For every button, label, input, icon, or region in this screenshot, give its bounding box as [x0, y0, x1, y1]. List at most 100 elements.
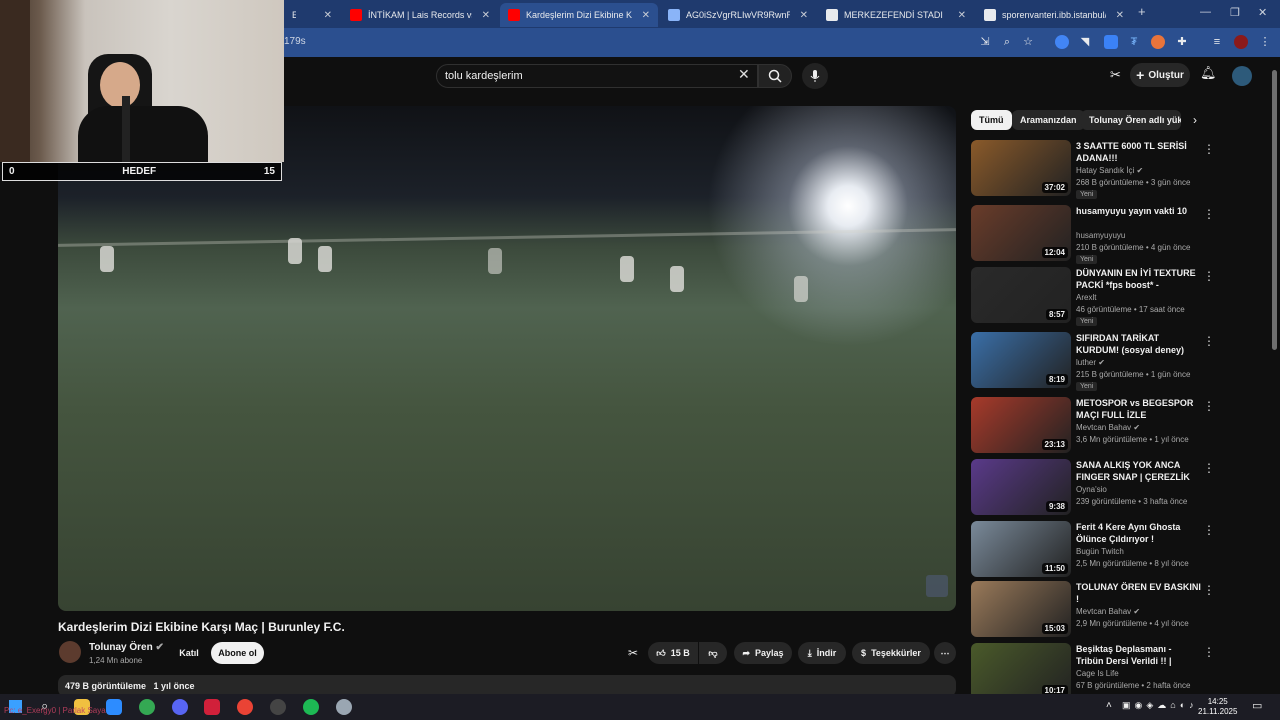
- recommendation-item[interactable]: 12:04 husamyuyu yayın vakti 10 husamyuyuyu…: [971, 205, 1261, 265]
- tab-6[interactable]: sporenvanteri.ibb.istanbul/tesis ✕: [976, 3, 1132, 27]
- more-options-icon[interactable]: ⋮: [1203, 645, 1215, 659]
- account-avatar[interactable]: [1232, 66, 1252, 86]
- app-icon[interactable]: [204, 699, 220, 715]
- app-icon[interactable]: [106, 699, 122, 715]
- recommendation-channel[interactable]: Oyna'sio: [1076, 485, 1107, 494]
- reading-list-icon[interactable]: ≡: [1210, 35, 1224, 49]
- tray-icons[interactable]: ▣◉◈☁⌂◐♪: [1122, 700, 1198, 711]
- close-icon[interactable]: ✕: [642, 10, 650, 21]
- recommendation-title[interactable]: METOSPOR vs BEGESPOR MAÇI FULL İZLE: [1076, 397, 1201, 421]
- channel-avatar[interactable]: [59, 641, 81, 663]
- close-icon[interactable]: ✕: [482, 10, 490, 21]
- tray-chevron-icon[interactable]: ˄: [1106, 700, 1112, 711]
- close-window-icon[interactable]: ✕: [1258, 6, 1267, 19]
- recommendation-title[interactable]: TOLUNAY ÖREN EV BASKINI !: [1076, 581, 1201, 605]
- url-text[interactable]: 179s: [284, 36, 306, 47]
- recommendation-item[interactable]: 23:13 METOSPOR vs BEGESPOR MAÇI FULL İZLE…: [971, 397, 1261, 457]
- bookmark-star-icon[interactable]: ☆: [1021, 35, 1035, 49]
- chip-from-search[interactable]: Aramanızdan: [1012, 110, 1085, 130]
- chrome-icon[interactable]: [139, 699, 155, 715]
- recommendation-title[interactable]: Ferit 4 Kere Aynı Ghosta Ölünce Çıldırıy…: [1076, 521, 1201, 545]
- clear-search-icon[interactable]: ✕: [738, 66, 750, 83]
- new-tab-icon[interactable]: +: [1138, 4, 1146, 19]
- more-options-icon[interactable]: ⋮: [1203, 142, 1215, 156]
- more-options-icon[interactable]: ⋮: [1203, 461, 1215, 475]
- video-thumbnail[interactable]: 23:13: [971, 397, 1071, 453]
- recommendation-channel[interactable]: Bugün Twitch: [1076, 547, 1124, 556]
- close-icon[interactable]: ✕: [1116, 10, 1124, 21]
- recommendation-channel[interactable]: Mevtcan Bahav ✔: [1076, 423, 1140, 432]
- recommendation-title[interactable]: Beşiktaş Deplasmanı - Tribün Dersi Veril…: [1076, 643, 1201, 667]
- recommendation-item[interactable]: 9:38 SANA ALKIŞ YOK ANCA FINGER SNAP | ÇE…: [971, 459, 1261, 519]
- spotify-icon[interactable]: [303, 699, 319, 715]
- clip-icon[interactable]: ✂: [1110, 67, 1121, 83]
- share-button[interactable]: ➦ Paylaş: [734, 642, 792, 664]
- chrome-icon[interactable]: [237, 699, 253, 715]
- cast-icon[interactable]: ⇲: [978, 35, 992, 49]
- more-options-icon[interactable]: ⋮: [1203, 269, 1215, 283]
- tab-3-active[interactable]: Kardeşlerim Dizi Ekibine Karşı M ✕: [500, 3, 658, 27]
- chip-uploader[interactable]: Tolunay Ören adlı yükleyici: [1081, 110, 1181, 130]
- app-icon[interactable]: [336, 699, 352, 715]
- extension-icon[interactable]: ◥: [1078, 35, 1092, 49]
- video-thumbnail[interactable]: 8:19: [971, 332, 1071, 388]
- recommendation-item[interactable]: 37:02 3 SAATTE 6000 TL SERİSİ ADANA!!! Hat…: [971, 140, 1261, 200]
- recommendation-channel[interactable]: Mevtcan Bahav ✔: [1076, 607, 1140, 616]
- video-thumbnail[interactable]: 10:17: [971, 643, 1071, 699]
- system-clock[interactable]: 14:25 21.11.2025: [1198, 697, 1237, 717]
- thanks-button[interactable]: $ Teşekkürler: [852, 642, 930, 664]
- extension-icon[interactable]: [1104, 35, 1118, 49]
- video-thumbnail[interactable]: 15:03: [971, 581, 1071, 637]
- dislike-button[interactable]: 👎︎: [699, 642, 727, 664]
- recommendation-channel[interactable]: luther ✔: [1076, 358, 1105, 367]
- video-thumbnail[interactable]: 12:04: [971, 205, 1071, 261]
- profile-avatar[interactable]: [1234, 35, 1248, 49]
- notifications-bell-icon[interactable]: 🔔︎: [1200, 65, 1217, 81]
- video-player[interactable]: [58, 106, 956, 611]
- more-options-icon[interactable]: ⋮: [1203, 334, 1215, 348]
- recommendation-channel[interactable]: husamyuyuyu: [1076, 231, 1125, 240]
- tab-5[interactable]: MERKEZEFENDİ STADI ✕: [818, 3, 974, 27]
- tab-2[interactable]: İNTİKAM | Lais Records vs. KNG ✕: [342, 3, 498, 27]
- recommendation-item[interactable]: 8:57 DÜNYANIN EN İYİ TEXTURE PACKİ *fps b…: [971, 267, 1261, 327]
- search-button[interactable]: [758, 64, 792, 88]
- close-icon[interactable]: ✕: [324, 10, 332, 21]
- menu-icon[interactable]: ⋮: [1258, 35, 1272, 49]
- video-thumbnail[interactable]: 8:57: [971, 267, 1071, 323]
- more-options-icon[interactable]: ⋮: [1203, 523, 1215, 537]
- recommendation-title[interactable]: SANA ALKIŞ YOK ANCA FINGER SNAP | ÇEREZL…: [1076, 459, 1201, 483]
- download-button[interactable]: ⤓ İndir: [798, 642, 846, 664]
- chip-all[interactable]: Tümü: [971, 110, 1012, 130]
- discord-icon[interactable]: [172, 699, 188, 715]
- like-button[interactable]: 👍︎ 15 B: [648, 642, 698, 664]
- recommendation-channel[interactable]: Arexlt: [1076, 293, 1096, 302]
- join-button[interactable]: Katıl: [172, 642, 206, 664]
- clip-icon[interactable]: ✂: [628, 646, 638, 660]
- subscribe-button[interactable]: Abone ol: [211, 642, 264, 664]
- close-icon[interactable]: ✕: [958, 10, 966, 21]
- more-options-icon[interactable]: ⋮: [1203, 583, 1215, 597]
- more-options-icon[interactable]: ⋮: [1203, 207, 1215, 221]
- video-thumbnail[interactable]: 11:50: [971, 521, 1071, 577]
- minimize-icon[interactable]: —: [1200, 6, 1211, 18]
- notification-icon[interactable]: ▭: [1252, 699, 1262, 712]
- create-button[interactable]: + Oluştur: [1130, 63, 1190, 87]
- channel-name[interactable]: Tolunay Ören ✔: [89, 642, 164, 653]
- miniplayer-icon[interactable]: [926, 575, 948, 597]
- tab-1[interactable]: ECORDS I ✕: [284, 3, 340, 27]
- recommendation-item[interactable]: 8:19 SIFIRDAN TARİKAT KURDUM! (sosyal den…: [971, 332, 1261, 392]
- recommendation-title[interactable]: SIFIRDAN TARİKAT KURDUM! (sosyal deney): [1076, 332, 1201, 356]
- obs-icon[interactable]: [270, 699, 286, 715]
- recommendation-item[interactable]: 15:03 TOLUNAY ÖREN EV BASKINI ! Mevtcan Ba…: [971, 581, 1261, 641]
- extension-icon[interactable]: [1151, 35, 1165, 49]
- video-thumbnail[interactable]: 9:38: [971, 459, 1071, 515]
- close-icon[interactable]: ✕: [800, 10, 808, 21]
- recommendation-channel[interactable]: Cage Is Life: [1076, 669, 1119, 678]
- maximize-icon[interactable]: ❐: [1230, 6, 1240, 19]
- puzzle-icon[interactable]: ✚: [1175, 35, 1189, 49]
- recommendation-title[interactable]: DÜNYANIN EN İYİ TEXTURE PACKİ *fps boost…: [1076, 267, 1201, 291]
- video-thumbnail[interactable]: 37:02: [971, 140, 1071, 196]
- voice-search-button[interactable]: [802, 63, 828, 89]
- chevron-right-icon[interactable]: ›: [1193, 113, 1197, 127]
- recommendation-title[interactable]: husamyuyu yayın vakti 10: [1076, 205, 1201, 217]
